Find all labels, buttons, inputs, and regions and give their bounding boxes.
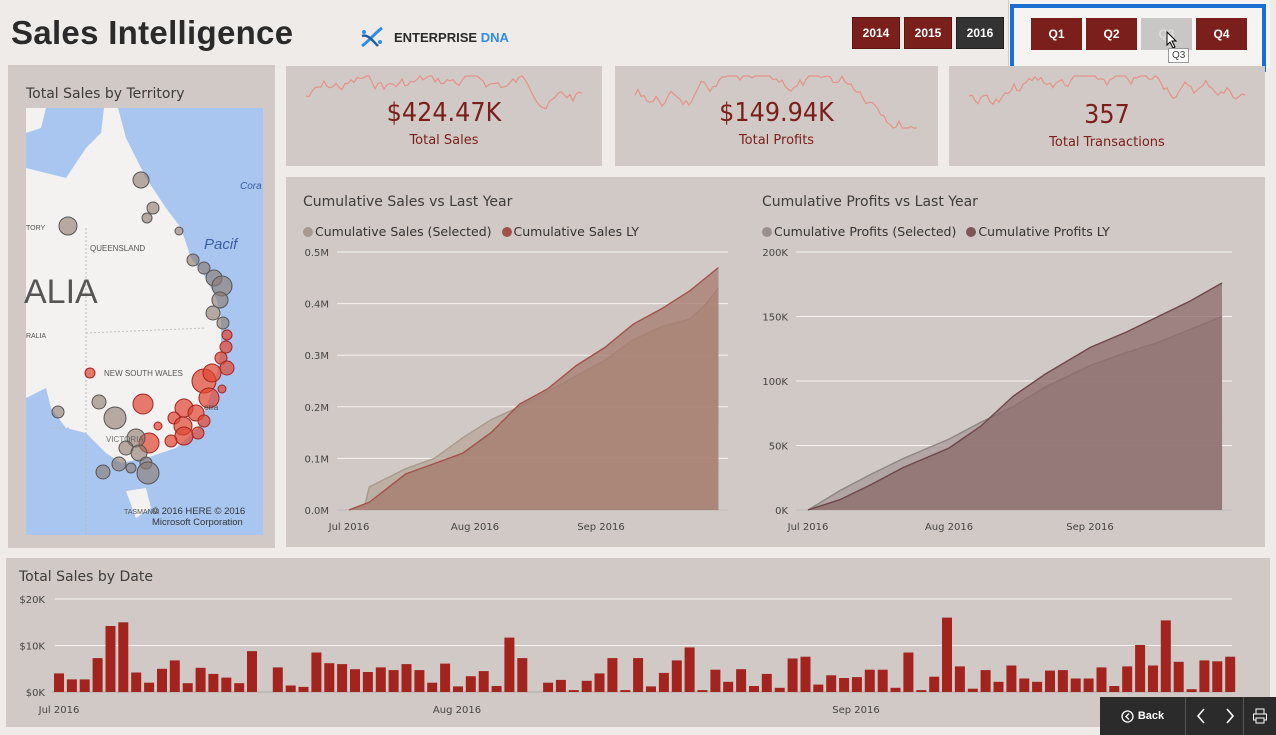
map-bubble: [211, 291, 229, 309]
legend-dot: [303, 227, 313, 237]
legend-sales: Cumulative Sales (Selected) Cumulative S…: [303, 224, 639, 239]
navigation-bar: Back: [1100, 697, 1276, 735]
map-bubble: [164, 434, 178, 448]
back-label: Back: [1137, 710, 1165, 722]
highlight-box: [1010, 4, 1266, 72]
kpi-label: Total Profits: [738, 133, 815, 148]
next-page-button[interactable]: [1216, 697, 1244, 735]
map-bubble: [186, 253, 200, 267]
map-bubble: [136, 461, 160, 485]
map-bubble: [174, 426, 194, 446]
map-panel: Total Sales by Territory ALIA QUEENSLAND…: [8, 65, 275, 548]
legend-dot: [762, 227, 772, 237]
logo-text: ENTERPRISE: [394, 29, 478, 45]
map-bubble: [84, 367, 96, 379]
map-bubble: [125, 462, 137, 474]
previous-page-button[interactable]: [1186, 697, 1216, 735]
enterprise-dna-logo: ENTERPRISE DNA: [358, 24, 509, 50]
back-button[interactable]: Back: [1100, 697, 1186, 735]
legend-item[interactable]: Cumulative Profits LY: [966, 224, 1110, 239]
chart-title-date: Total Sales by Date: [19, 569, 153, 585]
map-bubble: [219, 360, 235, 376]
map-bubble: [205, 305, 221, 321]
map-bubble: [174, 226, 184, 236]
legend-label: Cumulative Sales (Selected): [315, 224, 492, 239]
chart-title-sales: Cumulative Sales vs Last Year: [303, 194, 513, 210]
map-bubble: [91, 394, 107, 410]
kpi-total-transactions: 357 Total Transactions: [949, 66, 1265, 166]
logo-accent: DNA: [480, 29, 509, 45]
legend-dot: [966, 227, 977, 237]
legend-dot: [501, 227, 512, 237]
print-icon: [1253, 708, 1267, 724]
map-bubble: [58, 216, 78, 236]
year-button-2014[interactable]: 2014: [852, 17, 900, 49]
cumulative-panel: Cumulative Sales vs Last Year Cumulative…: [286, 177, 1265, 547]
map-bubble: [51, 405, 65, 419]
print-button[interactable]: [1244, 697, 1276, 735]
map-bubble: [141, 212, 153, 224]
chevron-right-icon: [1225, 708, 1234, 724]
map-bubble: [197, 414, 211, 428]
map-bubble: [111, 456, 127, 472]
cursor-icon: [1166, 31, 1178, 49]
legend-item[interactable]: Cumulative Profits (Selected): [762, 224, 956, 239]
kpi-value: 357: [1084, 100, 1130, 130]
map-bubble: [198, 387, 220, 409]
year-button-2016[interactable]: 2016: [956, 17, 1004, 49]
kpi-total-profits: $149.94K Total Profits: [615, 66, 938, 166]
sales-by-date-panel: Total Sales by Date: [6, 558, 1270, 727]
kpi-value: $149.94K: [719, 98, 834, 128]
kpi-label: Total Transactions: [1049, 135, 1165, 150]
back-icon: [1121, 709, 1134, 723]
kpi-value: $424.47K: [386, 98, 502, 128]
year-button-2015[interactable]: 2015: [904, 17, 952, 49]
map-bubble: [146, 201, 160, 215]
map-bubble: [219, 340, 233, 354]
map-bubble: [95, 464, 111, 480]
map-title: Total Sales by Territory: [26, 86, 185, 102]
map-bubble: [217, 384, 227, 394]
quarter-tooltip: Q3: [1168, 48, 1190, 63]
map-bubble: [202, 363, 222, 383]
page-title: Sales Intelligence: [11, 14, 294, 51]
legend-item[interactable]: Cumulative Sales (Selected): [303, 224, 492, 239]
map-bubble: [153, 421, 163, 431]
map-bubble: [221, 329, 233, 341]
legend-profits: Cumulative Profits (Selected) Cumulative…: [762, 224, 1110, 239]
legend-label: Cumulative Profits LY: [978, 224, 1110, 239]
kpi-total-sales: $424.47K Total Sales: [286, 66, 602, 166]
legend-label: Cumulative Sales LY: [513, 224, 640, 239]
map-bubble: [103, 406, 127, 430]
legend-item[interactable]: Cumulative Sales LY: [501, 224, 640, 239]
chevron-left-icon: [1196, 708, 1205, 724]
map-bubble: [191, 426, 205, 440]
dna-icon: [361, 26, 383, 48]
map-bubble: [132, 171, 150, 189]
chart-title-profits: Cumulative Profits vs Last Year: [762, 194, 978, 210]
legend-label: Cumulative Profits (Selected): [774, 224, 957, 239]
territory-map[interactable]: [26, 108, 263, 535]
map-bubble: [132, 393, 154, 415]
map-bubble: [216, 316, 230, 330]
kpi-label: Total Sales: [409, 133, 479, 148]
